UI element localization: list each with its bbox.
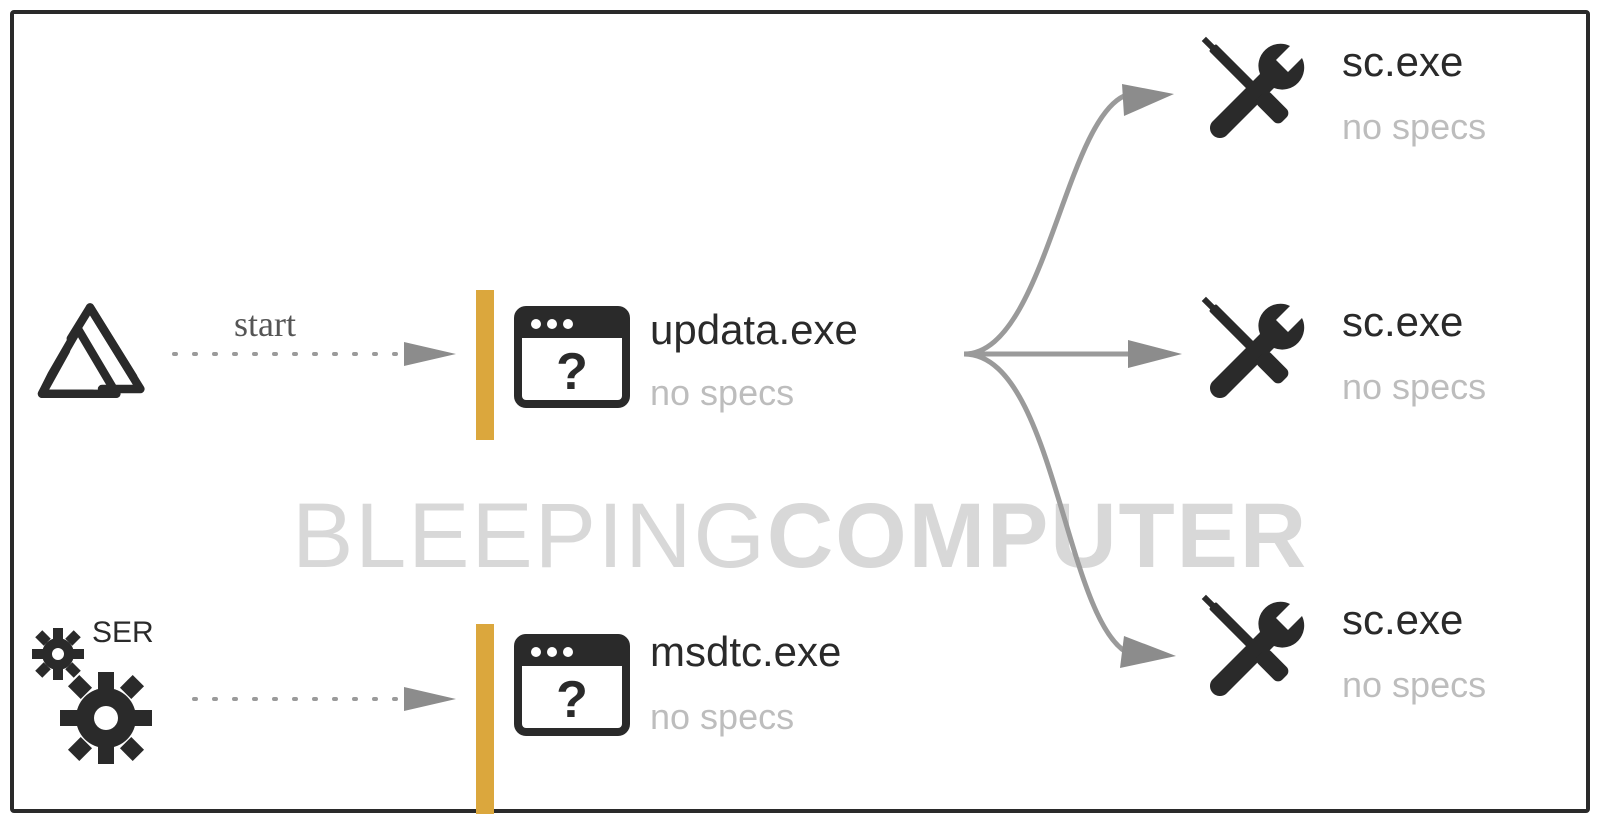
sc1-title: sc.exe: [1342, 38, 1463, 86]
sc3-title: sc.exe: [1342, 596, 1463, 644]
sc3-sub: no specs: [1342, 664, 1486, 706]
proc1-title: updata.exe: [650, 306, 858, 354]
watermark-left: BLEEPING: [292, 485, 767, 587]
tools-icon-2: [1194, 294, 1324, 414]
sc2-sub: no specs: [1342, 366, 1486, 408]
goldbar-proc2: [476, 624, 494, 814]
edge-start: [164, 334, 464, 374]
diagram-frame: BLEEPINGCOMPUTER start ? updata.exe no s…: [10, 10, 1590, 813]
tools-icon-3: [1194, 592, 1324, 712]
goldbar-proc1: [476, 290, 494, 440]
proc2-sub: no specs: [650, 696, 794, 738]
app-window-icon-2: ?: [512, 632, 632, 742]
app-window-icon: ?: [512, 304, 632, 414]
proc2-title: msdtc.exe: [650, 628, 841, 676]
fanout-edges: [944, 34, 1194, 774]
edge-start-label: start: [234, 303, 296, 345]
tools-icon-1: [1194, 34, 1324, 154]
proc1-sub: no specs: [650, 372, 794, 414]
sc1-sub: no specs: [1342, 106, 1486, 148]
svg-text:?: ?: [556, 671, 588, 729]
triangle-loop-icon: [30, 293, 150, 413]
origin2-label: SER: [92, 616, 154, 650]
svg-text:?: ?: [556, 343, 588, 401]
edge-services: [184, 679, 464, 719]
sc2-title: sc.exe: [1342, 298, 1463, 346]
